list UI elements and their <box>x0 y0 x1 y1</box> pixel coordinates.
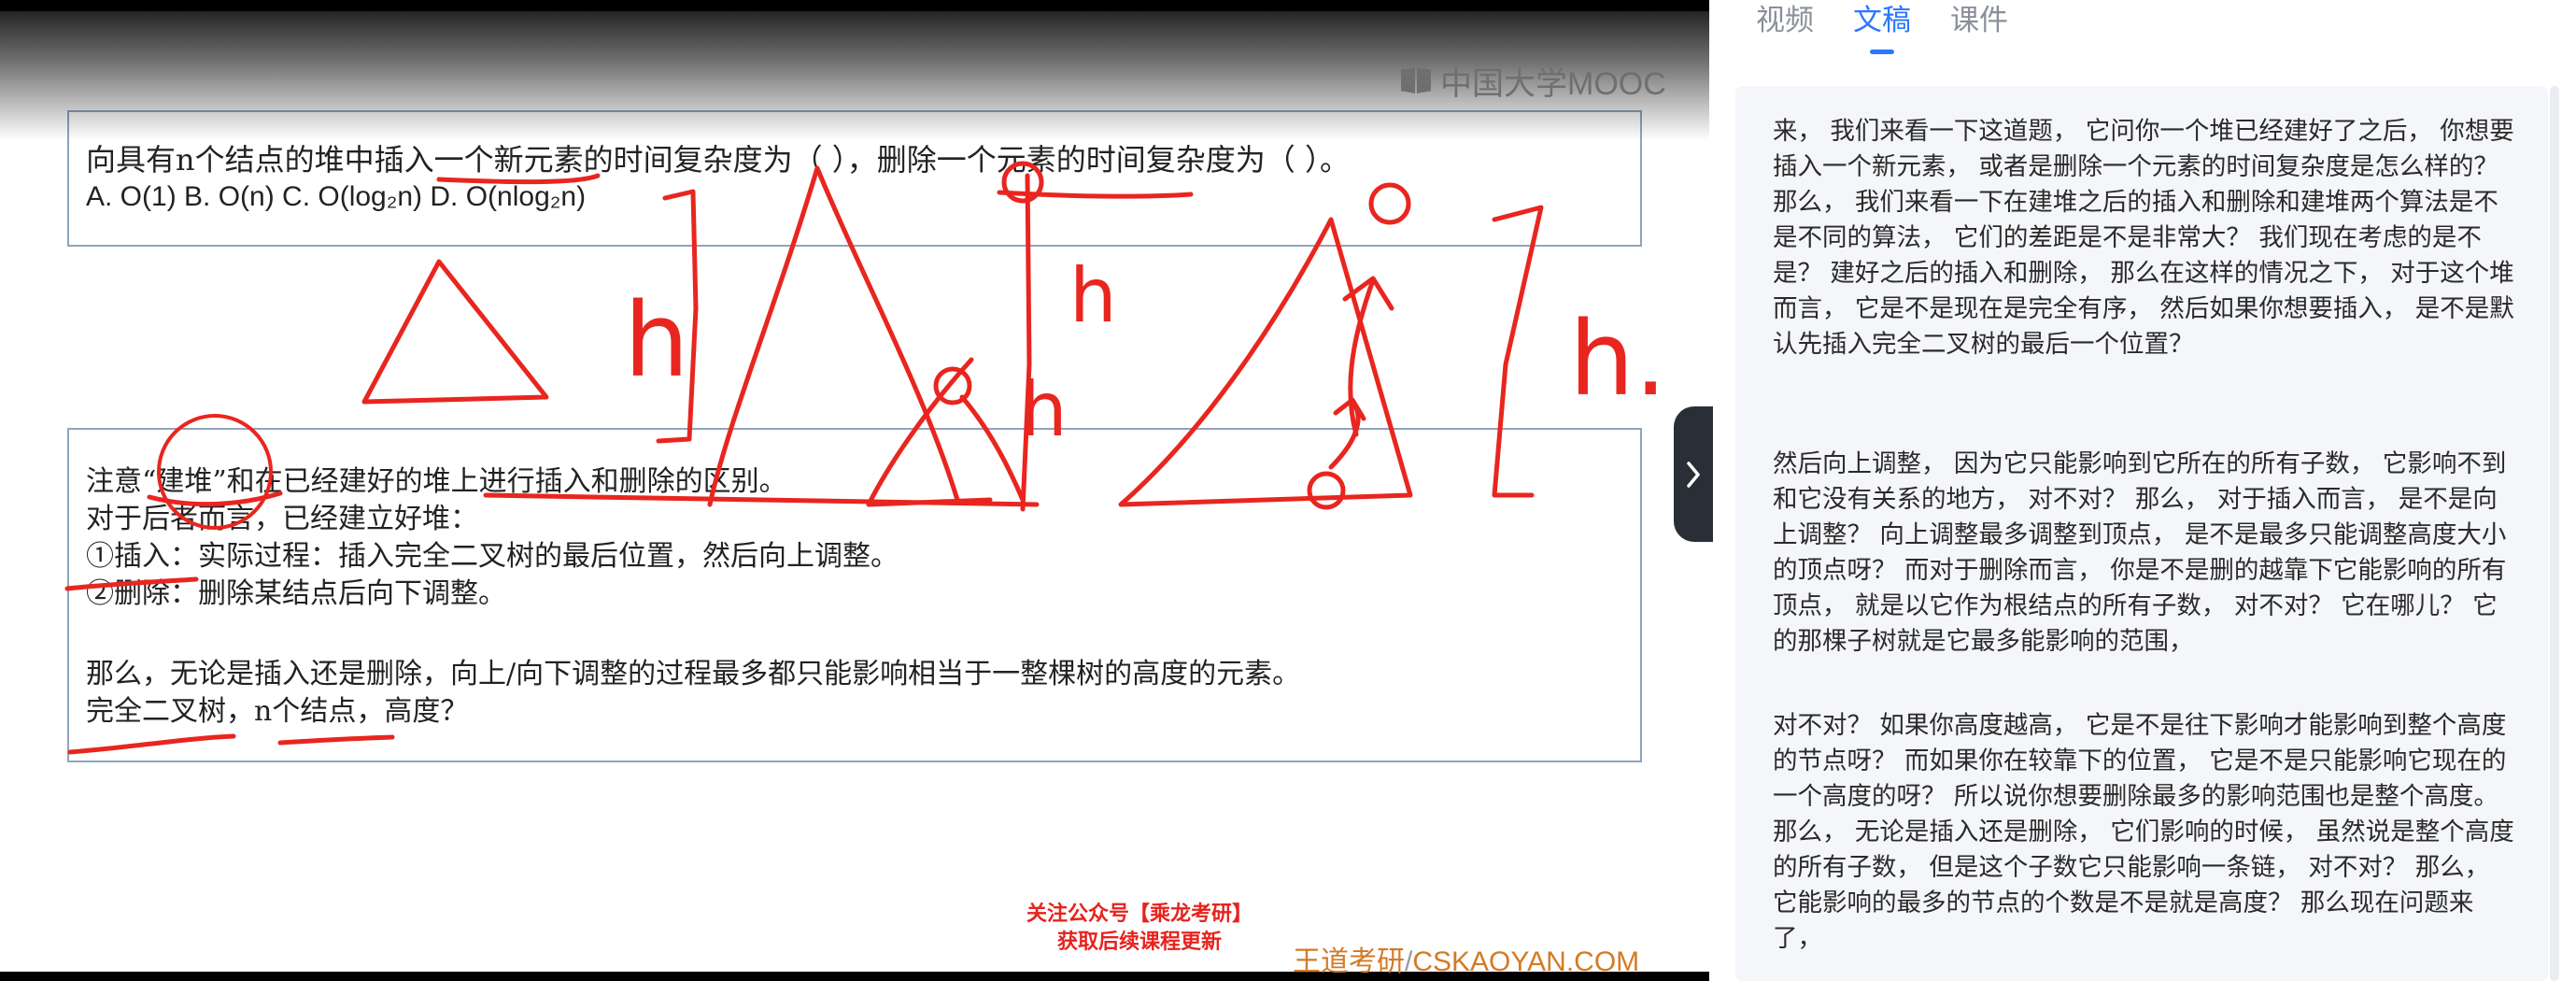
transcript-scrollbar[interactable] <box>2550 86 2559 981</box>
tab-video[interactable]: 视频 <box>1756 0 1814 58</box>
promo-line-2: 获取后续课程更新 <box>1056 931 1222 954</box>
side-panel: 视频 文稿 课件 来， 我们来看一下这道题， 它问你一个堆已经建好了之后， 你想… <box>1728 0 2576 981</box>
note-line-3: ①插入：实际过程：插入完全二叉树的最后位置，然后向上调整。 <box>86 540 899 573</box>
note-line-2: 对于后者而言，已经建立好堆： <box>86 503 478 535</box>
ink-h-1: h <box>624 280 689 400</box>
transcript-paragraph: 对不对？ 如果你高度越高， 它是不是往下影响才能影响到整个高度的节点呀？ 而如果… <box>1773 711 2514 953</box>
ink-h-3: h <box>1020 366 1068 453</box>
note-line-4: ②删除：删除某结点后向下调整。 <box>86 577 506 610</box>
chevron-right-icon <box>1687 461 1700 488</box>
transcript-paragraph: 来， 我们来看一下这道题， 它问你一个堆已经建好了之后， 你想要插入一个新元素，… <box>1773 117 2514 359</box>
collapse-panel-button[interactable] <box>1674 406 1713 542</box>
transcript-paragraph: 然后向上调整， 因为它只能影响到它所在的所有子数， 它影响不到和它没有关系的地方… <box>1773 449 2507 656</box>
note-line-1: 注意“建堆”和在已经建好的堆上进行插入和删除的区别。 <box>86 465 787 498</box>
ink-h-4: h. <box>1569 299 1667 419</box>
watermark: 王道考研/CSKAOYAN.COM <box>1293 938 1639 979</box>
video-player[interactable]: 向具有n个结点的堆中插入一个新元素的时间复杂度为（ ），删除一个元素的时间复杂度… <box>0 0 1709 981</box>
note-line-5: 那么，无论是插入还是删除，向上/向下调整的过程最多都只能影响相当于一整棵树的高度… <box>86 658 1301 690</box>
panel-tabs: 视频 文稿 课件 <box>1756 0 2008 65</box>
note-line-6: 完全二叉树，n个结点，高度？ <box>86 695 469 728</box>
watermark-en: CSKAOYAN.COM <box>1412 946 1640 977</box>
question-text: 向具有n个结点的堆中插入一个新元素的时间复杂度为（ ），删除一个元素的时间复杂度… <box>86 142 1350 178</box>
ink-h-2: h <box>1069 252 1117 339</box>
answer-options: A. O(1) B. O(n) C. O(log₂n) D. O(nlog₂n) <box>86 181 587 212</box>
book-icon <box>1401 64 1433 96</box>
watermark-cn: 王道考研 <box>1293 946 1405 977</box>
promo-line-1: 关注公众号【乘龙考研】 <box>1026 903 1253 926</box>
tab-courseware[interactable]: 课件 <box>1950 0 2008 58</box>
mooc-brand-text: 中国大学MOOC <box>1440 65 1666 102</box>
promo-note: 关注公众号【乘龙考研】 获取后续课程更新 <box>990 901 1289 957</box>
transcript-area[interactable]: 来， 我们来看一下这道题， 它问你一个堆已经建好了之后， 你想要插入一个新元素，… <box>1735 86 2548 981</box>
tab-transcript[interactable]: 文稿 <box>1853 0 1911 58</box>
mooc-logo: 中国大学MOOC <box>1401 58 1666 103</box>
